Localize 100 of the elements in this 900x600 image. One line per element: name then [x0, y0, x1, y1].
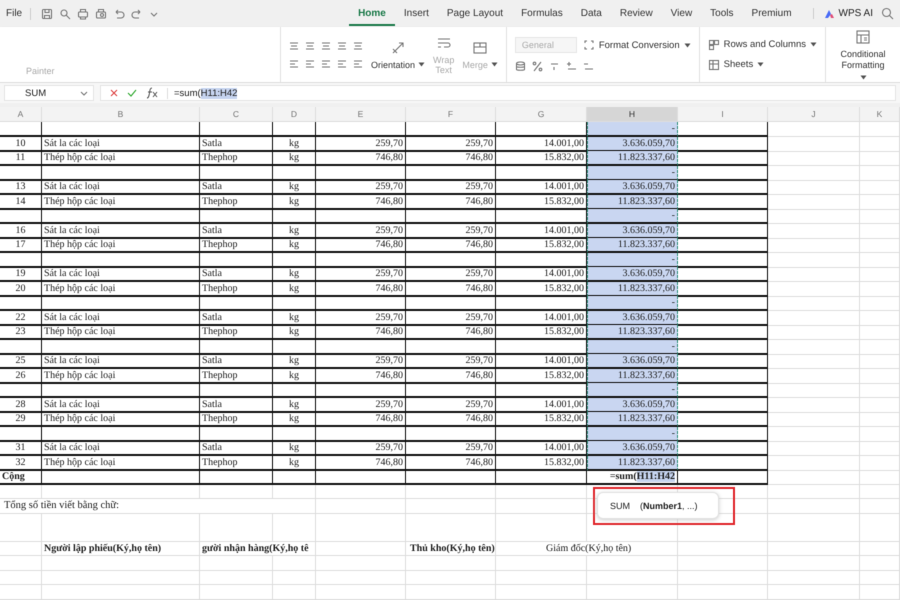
merge-icon: [472, 40, 488, 56]
align-left-icon[interactable]: [320, 58, 331, 68]
column-header[interactable]: I: [678, 107, 768, 121]
column-header[interactable]: C: [200, 107, 273, 121]
table-cell: 259,70: [406, 354, 496, 369]
table-cell: 259,70: [406, 267, 496, 282]
ribbon-tab[interactable]: Data: [572, 2, 611, 26]
conditional-formatting-button[interactable]: Conditional Formatting: [834, 29, 892, 80]
table-cell: [860, 209, 900, 224]
table-cell: 20: [0, 282, 42, 296]
increase-decimal-icon[interactable]: [566, 61, 577, 72]
caret-icon: [490, 62, 498, 67]
align-top-icon[interactable]: [304, 40, 315, 50]
orientation-button[interactable]: Orientation: [370, 40, 425, 70]
table-cell: [860, 585, 900, 600]
table-cell: [273, 166, 316, 180]
table-cell: [860, 151, 900, 166]
table-cell: 746,80: [406, 325, 496, 340]
table-cell: [860, 470, 900, 485]
table-cell: 259,70: [316, 267, 406, 282]
table-cell: 11.823.337,60: [587, 412, 678, 427]
table-cell: 3.636.059,70: [587, 441, 678, 456]
table-cell: Thép hộp các loại: [42, 456, 200, 470]
table-cell: [860, 398, 900, 412]
ribbon-tab[interactable]: Formulas: [512, 2, 572, 26]
table-cell: 29: [0, 412, 42, 427]
thousands-icon[interactable]: [548, 61, 560, 72]
table-cell: kg: [273, 368, 316, 384]
align-left-icon[interactable]: [336, 58, 347, 68]
search-icon[interactable]: [881, 7, 894, 20]
align-top-icon[interactable]: [352, 40, 363, 50]
table-cell: 259,70: [316, 354, 406, 369]
column-header[interactable]: E: [316, 107, 406, 121]
table-cell: Thép hộp các loại: [42, 238, 200, 253]
ribbon-tab[interactable]: Review: [610, 2, 662, 26]
print-preview-icon[interactable]: [95, 8, 108, 20]
file-menu[interactable]: File: [6, 8, 22, 19]
column-header[interactable]: A: [0, 107, 42, 121]
table-cell: [273, 252, 316, 268]
align-left-icon[interactable]: [352, 58, 363, 68]
table-cell: Sát la các loại: [42, 398, 200, 412]
confirm-icon[interactable]: [127, 88, 137, 98]
ribbon-tab[interactable]: View: [662, 2, 702, 26]
database-icon[interactable]: [514, 61, 526, 72]
decrease-decimal-icon[interactable]: [582, 61, 594, 72]
column-header[interactable]: B: [42, 107, 200, 121]
table-cell: 746,80: [316, 412, 406, 427]
table-cell: kg: [273, 325, 316, 340]
table-cell: Satla: [200, 180, 273, 195]
table-cell: [860, 340, 900, 354]
table-cell: 3.636.059,70: [587, 136, 678, 152]
table-cell: -: [587, 122, 678, 137]
table-cell: 259,70: [406, 136, 496, 152]
align-top-icon[interactable]: [320, 40, 331, 50]
ribbon-tab[interactable]: Page Layout: [438, 2, 512, 26]
column-header[interactable]: D: [273, 107, 316, 121]
column-header[interactable]: F: [406, 107, 496, 121]
table-cell: Sát la các loại: [42, 224, 200, 238]
format-conversion-icon: [582, 39, 595, 51]
column-header[interactable]: H: [587, 107, 678, 121]
table-cell: Thép hộp các loại: [42, 325, 200, 340]
column-header[interactable]: J: [768, 107, 860, 121]
table-cell: [860, 354, 900, 369]
ribbon-tab[interactable]: Premium: [742, 2, 801, 26]
align-top-icon[interactable]: [288, 40, 299, 50]
cancel-icon[interactable]: [109, 88, 119, 98]
undo-icon[interactable]: [113, 8, 126, 20]
align-left-icon[interactable]: [288, 58, 299, 68]
table-cell: Sát la các loại: [42, 180, 200, 195]
name-box[interactable]: SUM: [4, 85, 94, 101]
table-cell: [860, 296, 900, 311]
table-cell: kg: [273, 310, 316, 326]
table-cell: 259,70: [316, 398, 406, 412]
table-cell: [273, 122, 316, 137]
ribbon-tab[interactable]: Insert: [394, 2, 438, 26]
print-icon[interactable]: [77, 8, 90, 20]
table-cell: [0, 426, 42, 442]
table-cell: [860, 310, 900, 326]
table-cell: Thephop: [200, 282, 273, 296]
table-cell: 746,80: [406, 194, 496, 210]
ribbon-tab[interactable]: Tools: [701, 2, 743, 26]
ai-button[interactable]: WPS AI: [812, 8, 873, 19]
table-cell: [860, 499, 900, 514]
table-cell: Thép hộp các loại: [42, 151, 200, 166]
save-icon[interactable]: [41, 8, 54, 20]
orientation-icon: [390, 40, 406, 56]
column-header[interactable]: K: [860, 107, 900, 121]
align-top-icon[interactable]: [336, 40, 347, 50]
sheets-button[interactable]: Sheets: [708, 58, 817, 70]
table-cell: =sum(H11:H42: [587, 470, 678, 485]
table-cell: [0, 122, 42, 137]
redo-icon[interactable]: [131, 8, 144, 20]
rows-and-columns-button[interactable]: Rows and Columns: [708, 38, 817, 50]
align-left-icon[interactable]: [304, 58, 315, 68]
table-cell: kg: [273, 136, 316, 152]
percent-icon[interactable]: [532, 61, 543, 72]
table-cell: Satla: [200, 136, 273, 152]
format-conversion-button[interactable]: Format Conversion: [582, 39, 691, 51]
table-cell: 259,70: [316, 441, 406, 456]
function-icon[interactable]: [145, 87, 159, 99]
